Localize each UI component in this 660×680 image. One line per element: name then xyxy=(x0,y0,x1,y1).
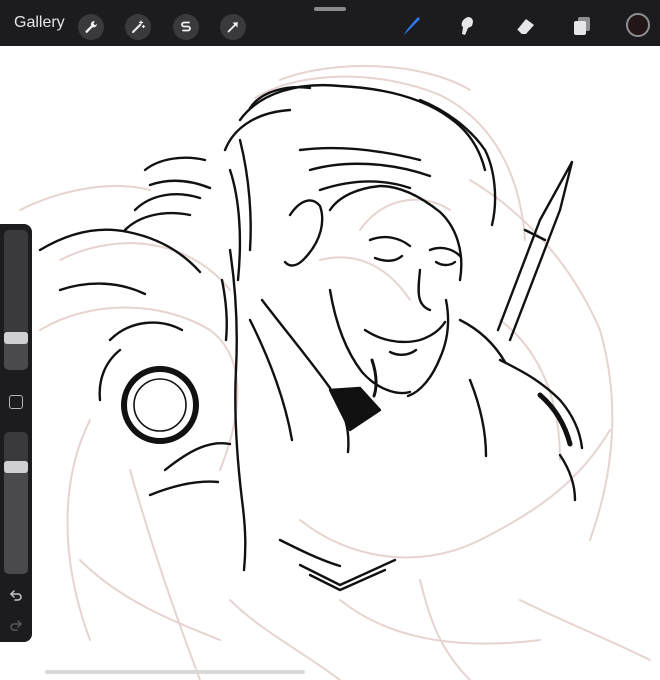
modify-button[interactable] xyxy=(9,395,23,409)
layers-button[interactable] xyxy=(568,12,596,40)
color-picker-swatch[interactable] xyxy=(626,13,650,37)
smudge-icon xyxy=(461,17,473,35)
opacity-thumb[interactable] xyxy=(4,461,28,473)
actions-wrench-button[interactable] xyxy=(78,14,104,40)
transform-button[interactable] xyxy=(220,14,246,40)
layers-icon xyxy=(574,17,590,35)
transform-arrow-icon xyxy=(227,22,238,33)
adjustments-button[interactable] xyxy=(125,14,151,40)
left-sidebar xyxy=(0,224,32,642)
home-indicator xyxy=(45,670,305,674)
opacity-fill xyxy=(4,467,28,574)
selection-icon xyxy=(181,21,191,32)
redo-button[interactable] xyxy=(6,616,26,636)
eraser-tool-button[interactable] xyxy=(511,12,539,40)
brush-size-slider[interactable] xyxy=(4,230,28,370)
undo-icon xyxy=(9,590,22,601)
brush-icon xyxy=(404,17,420,35)
eraser-icon xyxy=(516,19,534,35)
wrench-icon xyxy=(85,21,97,33)
opacity-slider[interactable] xyxy=(4,432,28,574)
brush-size-thumb[interactable] xyxy=(4,332,28,344)
top-toolbar: Gallery xyxy=(0,0,660,46)
magic-wand-icon xyxy=(132,20,146,33)
smudge-tool-button[interactable] xyxy=(453,12,481,40)
gallery-button[interactable]: Gallery xyxy=(14,14,65,32)
ink-line-art xyxy=(38,84,584,592)
brush-tool-button[interactable] xyxy=(397,12,425,40)
undo-button[interactable] xyxy=(6,586,26,606)
redo-icon xyxy=(10,620,23,631)
drawing-canvas[interactable] xyxy=(0,46,660,680)
toolbar-grabber[interactable] xyxy=(314,7,346,11)
selection-button[interactable] xyxy=(173,14,199,40)
